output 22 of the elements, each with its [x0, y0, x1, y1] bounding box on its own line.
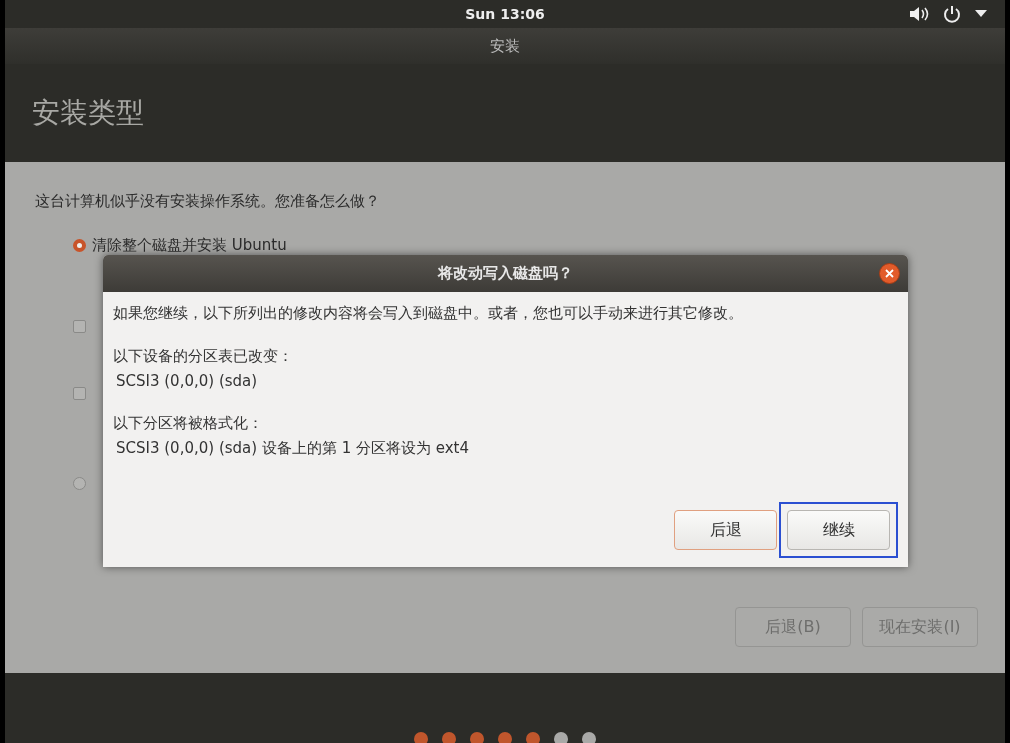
checkbox[interactable]: [73, 386, 86, 400]
question-text: 这台计算机似乎没有安装操作系统。您准备怎么做？: [35, 192, 381, 211]
radio-button[interactable]: [73, 476, 86, 490]
section-heading: 以下设备的分区表已改变：: [113, 347, 294, 366]
section-detail: SCSI3 (0,0,0) (sda): [116, 372, 259, 390]
dialog-message: 如果您继续，以下所列出的修改内容将会写入到磁盘中。或者，您也可以手动来进行其它修改。: [113, 304, 744, 323]
radio-button[interactable]: [73, 238, 86, 252]
clock[interactable]: Sun 13:06: [465, 6, 545, 22]
back-button[interactable]: 后退: [674, 510, 777, 550]
section-heading: 以下分区将被格式化：: [113, 414, 264, 433]
section-detail: SCSI3 (0,0,0) (sda) 设备上的第 1 分区将设为 ext4: [116, 439, 470, 458]
dropdown-caret-icon[interactable]: [975, 10, 987, 18]
checkbox[interactable]: [73, 319, 86, 333]
volume-icon[interactable]: [909, 6, 929, 22]
continue-button[interactable]: 继续: [787, 510, 890, 550]
window-title: 安装: [490, 36, 520, 56]
power-icon[interactable]: [943, 5, 961, 23]
dialog-title: 将改动写入磁盘吗？: [438, 264, 573, 283]
page-heading: 安装类型: [32, 95, 144, 131]
option-label: 清除整个磁盘并安装 Ubuntu: [92, 235, 287, 255]
close-icon: [885, 269, 894, 278]
close-button[interactable]: [879, 263, 900, 284]
